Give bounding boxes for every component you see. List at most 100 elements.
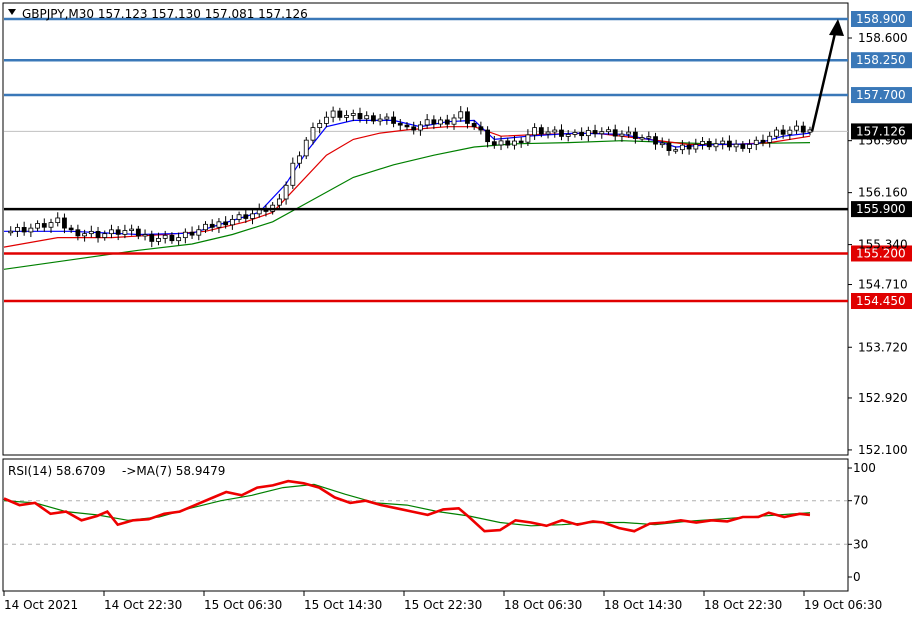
candle-body — [780, 129, 786, 135]
time-tick-label: 15 Oct 06:30 — [204, 598, 282, 612]
candle-body — [243, 214, 249, 219]
time-tick-label: 18 Oct 14:30 — [604, 598, 682, 612]
candle-body — [377, 118, 383, 122]
candle-body — [317, 123, 323, 129]
candle-body — [700, 141, 705, 145]
candle-body — [48, 222, 54, 228]
level-label-157.700: 157.700 — [856, 88, 906, 102]
candle-body — [498, 140, 504, 146]
candle-body — [229, 218, 235, 226]
candle-body — [149, 234, 155, 242]
candle-body — [15, 227, 20, 232]
candle-body — [142, 234, 148, 237]
candle-body — [693, 144, 699, 150]
price-tick-label: 156.160 — [858, 186, 908, 200]
candle-body — [424, 119, 430, 126]
candle-body — [572, 132, 578, 135]
rsi-tick-label: 100 — [853, 461, 876, 475]
candle-body — [606, 129, 611, 133]
candle-body — [485, 129, 491, 143]
candle-body — [720, 140, 726, 145]
candle-body — [418, 124, 423, 131]
candle-body — [384, 116, 390, 120]
candle-body — [75, 229, 81, 237]
candle-body — [371, 115, 376, 122]
candle-body — [196, 229, 202, 236]
candle-body — [626, 131, 632, 135]
rsi-pane-frame — [2, 458, 849, 592]
candle-body — [411, 126, 417, 131]
candle-body — [565, 134, 571, 137]
candle-body — [404, 124, 410, 128]
candle-body — [794, 125, 799, 131]
candle-body — [250, 213, 255, 219]
candle-body — [236, 214, 242, 220]
candle-body — [21, 227, 27, 233]
candle-body — [639, 137, 645, 140]
rsi-axis: 100 70 30 0 — [848, 461, 876, 584]
candle-body — [216, 221, 222, 228]
candle-body — [122, 230, 128, 235]
candle-body — [686, 144, 692, 150]
candle-body — [223, 221, 229, 226]
price-tick-label: 154.710 — [858, 278, 908, 292]
candle-body — [673, 149, 679, 152]
candle-body — [8, 230, 14, 234]
candle-body — [68, 227, 74, 231]
candle-body — [431, 119, 437, 125]
chart-canvas: 158.900158.250157.700155.900155.200154.4… — [2, 2, 912, 612]
candle-body — [471, 123, 477, 128]
candle-body — [88, 230, 94, 235]
candle-body — [189, 231, 195, 236]
time-axis: 14 Oct 2021 14 Oct 22:30 15 Oct 06:30 15 Oc… — [3, 591, 882, 612]
candle-body — [444, 119, 450, 125]
candle-body — [753, 139, 759, 145]
rsi-ma-label: ->MA(7) 58.9479 — [122, 464, 225, 478]
candle-body — [176, 237, 182, 242]
candle-body — [28, 227, 34, 233]
rsi-tick-label: 30 — [853, 537, 868, 551]
candle-body — [115, 229, 121, 235]
candle-body — [323, 116, 329, 124]
price-tick-label: 155.340 — [858, 238, 908, 252]
candle-body — [532, 127, 538, 136]
candle-body — [679, 144, 685, 151]
symbol-header: GBPJPY,M30 157.123 157.130 157.081 157.1… — [22, 7, 308, 21]
candle-body — [344, 115, 349, 118]
candle-body — [391, 116, 396, 124]
candle-body — [95, 230, 101, 238]
candle-body — [800, 125, 806, 133]
candle-body — [203, 223, 208, 231]
rsi-tick-label: 70 — [853, 494, 868, 508]
candle-body — [102, 233, 108, 238]
candle-body — [518, 140, 524, 143]
candle-body — [512, 140, 517, 146]
candle-body — [538, 127, 544, 135]
rsi-tick-label: 0 — [853, 570, 861, 584]
candle-body — [62, 217, 67, 229]
candle-body — [592, 130, 598, 135]
candle-body — [337, 110, 343, 118]
candle-body — [760, 139, 766, 143]
candle-body — [135, 228, 141, 237]
candle-body — [82, 233, 87, 237]
candle-body — [290, 162, 296, 186]
level-label-158.900: 158.900 — [856, 12, 906, 26]
candle-body — [397, 123, 403, 126]
candle-body — [350, 113, 356, 116]
candle-body — [559, 129, 564, 137]
candle-body — [55, 217, 61, 224]
candle-body — [129, 228, 135, 231]
price-tick-label: 152.100 — [858, 443, 908, 457]
candle-body — [276, 198, 282, 206]
time-tick-label: 15 Oct 22:30 — [404, 598, 482, 612]
level-label-155.900: 155.900 — [856, 202, 906, 216]
price-tick-label: 152.920 — [858, 391, 908, 405]
candle-body — [458, 111, 464, 119]
candle-body — [364, 115, 370, 120]
candle-body — [740, 143, 746, 149]
candle-body — [357, 113, 363, 120]
candle-body — [451, 117, 457, 125]
level-label-158.250: 158.250 — [856, 53, 906, 67]
candle-body — [330, 110, 336, 118]
